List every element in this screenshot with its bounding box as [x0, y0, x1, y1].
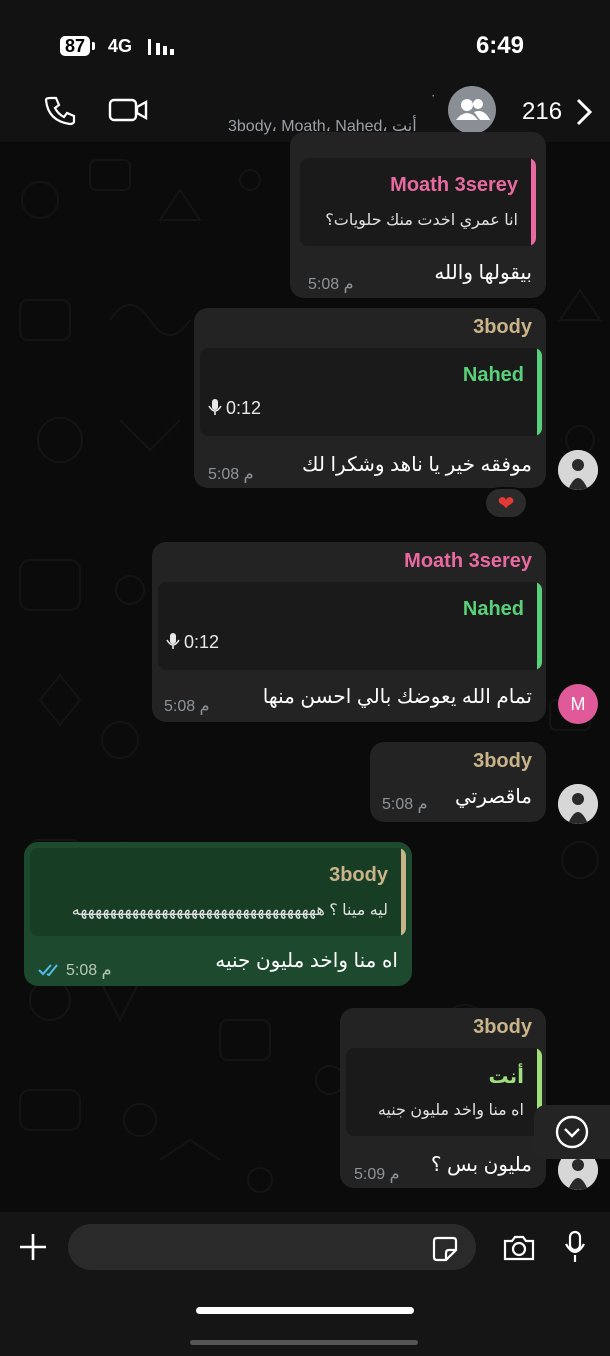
voice-duration-text: 0:12	[184, 632, 220, 652]
signal-icon	[148, 39, 174, 55]
quoted-message[interactable]: 3body ليه مينا ؟ ههههههههههههههههههههههه…	[30, 848, 406, 936]
gesture-bar	[190, 1340, 418, 1345]
outgoing-message-bubble[interactable]: 3body ليه مينا ؟ ههههههههههههههههههههههه…	[24, 842, 412, 986]
message-bubble[interactable]: 3body ماقصرتي 5:08 م	[370, 742, 546, 822]
message-bubble[interactable]: Moath 3serey Nahed 0:12 تمام الله يعوضك …	[152, 542, 546, 722]
sender-avatar[interactable]	[558, 450, 598, 490]
message-bubble[interactable]: 3body Nahed 0:12 موفقه خير يا ناهد وشكرا…	[194, 308, 546, 488]
quoted-message[interactable]: Moath 3serey انا عمري اخدت منك حلويات؟	[300, 158, 536, 246]
voice-duration: 0:12	[166, 632, 219, 653]
phone-icon[interactable]	[44, 94, 76, 126]
quote-text: ليه مينا ؟ ههههههههههههههههههههههههههههه…	[71, 902, 388, 919]
status-bar: 87 4G 6:49	[0, 0, 610, 90]
camera-icon[interactable]	[502, 1234, 536, 1262]
message-time: 5:08 م	[164, 698, 210, 715]
message-text: مليون بس ؟	[430, 1154, 532, 1176]
message-sender: Moath 3serey	[404, 550, 532, 572]
message-time: 5:08 م	[38, 960, 112, 980]
microphone-icon	[166, 633, 180, 649]
message-time: 5:09 م	[354, 1166, 400, 1183]
quote-sender: 3body	[329, 864, 388, 886]
message-text: تمام الله يعوضك بالي احسن منها	[262, 686, 532, 708]
network-type: 4G	[108, 36, 133, 56]
sender-avatar[interactable]	[558, 784, 598, 824]
message-text: ماقصرتي	[455, 786, 532, 808]
scroll-to-bottom-button[interactable]	[534, 1105, 610, 1159]
chevron-down-icon	[555, 1115, 589, 1149]
quote-sender: Nahed	[462, 364, 524, 386]
clock: 6:49	[475, 32, 524, 59]
message-time: 5:08 م	[308, 276, 354, 293]
quote-sender: Nahed	[462, 598, 524, 620]
voice-duration: 0:12	[208, 398, 261, 419]
double-check-icon	[38, 964, 58, 977]
quoted-voice-message[interactable]: Nahed 0:12	[200, 348, 542, 436]
quote-sender: Moath 3serey	[390, 174, 518, 196]
video-icon[interactable]	[108, 94, 148, 126]
message-sender: 3body	[473, 1016, 532, 1038]
quote-text: اه منا واخد مليون جنيه	[377, 1102, 524, 1119]
heart-reaction[interactable]: ❤	[484, 487, 528, 519]
message-sender: 3body	[473, 316, 532, 338]
unread-count[interactable]: 216	[522, 98, 562, 126]
message-text: بيقولها والله	[434, 262, 532, 284]
message-time: 5:08 م	[382, 796, 428, 813]
microphone-icon	[208, 399, 222, 415]
group-avatar-icon[interactable]	[448, 86, 496, 134]
message-time-text: 5:08 م	[66, 962, 112, 979]
sticker-icon[interactable]	[432, 1236, 458, 1262]
sender-avatar[interactable]: M	[558, 684, 598, 724]
message-time: 5:08 م	[208, 466, 254, 483]
message-text: اه منا واخد مليون جنيه	[215, 950, 398, 972]
header-dot: ٠	[430, 88, 437, 102]
quote-sender: أنت	[488, 1066, 524, 1088]
message-bubble[interactable]: Moath 3serey انا عمري اخدت منك حلويات؟ ب…	[290, 132, 546, 298]
battery-indicator: 87	[60, 36, 96, 56]
plus-icon[interactable]	[18, 1232, 48, 1262]
quoted-voice-message[interactable]: Nahed 0:12	[158, 582, 542, 670]
microphone-icon[interactable]	[564, 1230, 586, 1264]
quote-text: انا عمري اخدت منك حلويات؟	[325, 212, 518, 229]
message-input[interactable]	[68, 1224, 476, 1270]
message-text: موفقه خير يا ناهد وشكرا لك	[301, 454, 532, 476]
home-indicator[interactable]	[196, 1307, 414, 1314]
composer-bar	[0, 1212, 610, 1356]
chat-screen: 87 4G 6:49 3body، Moath، Nahed، أنت ٠ 21…	[0, 0, 610, 1356]
message-sender: 3body	[473, 750, 532, 772]
quoted-message[interactable]: أنت اه منا واخد مليون جنيه	[346, 1048, 542, 1136]
chevron-right-icon[interactable]	[574, 98, 594, 126]
message-bubble[interactable]: 3body أنت اه منا واخد مليون جنيه مليون ب…	[340, 1008, 546, 1188]
voice-duration-text: 0:12	[226, 398, 262, 418]
